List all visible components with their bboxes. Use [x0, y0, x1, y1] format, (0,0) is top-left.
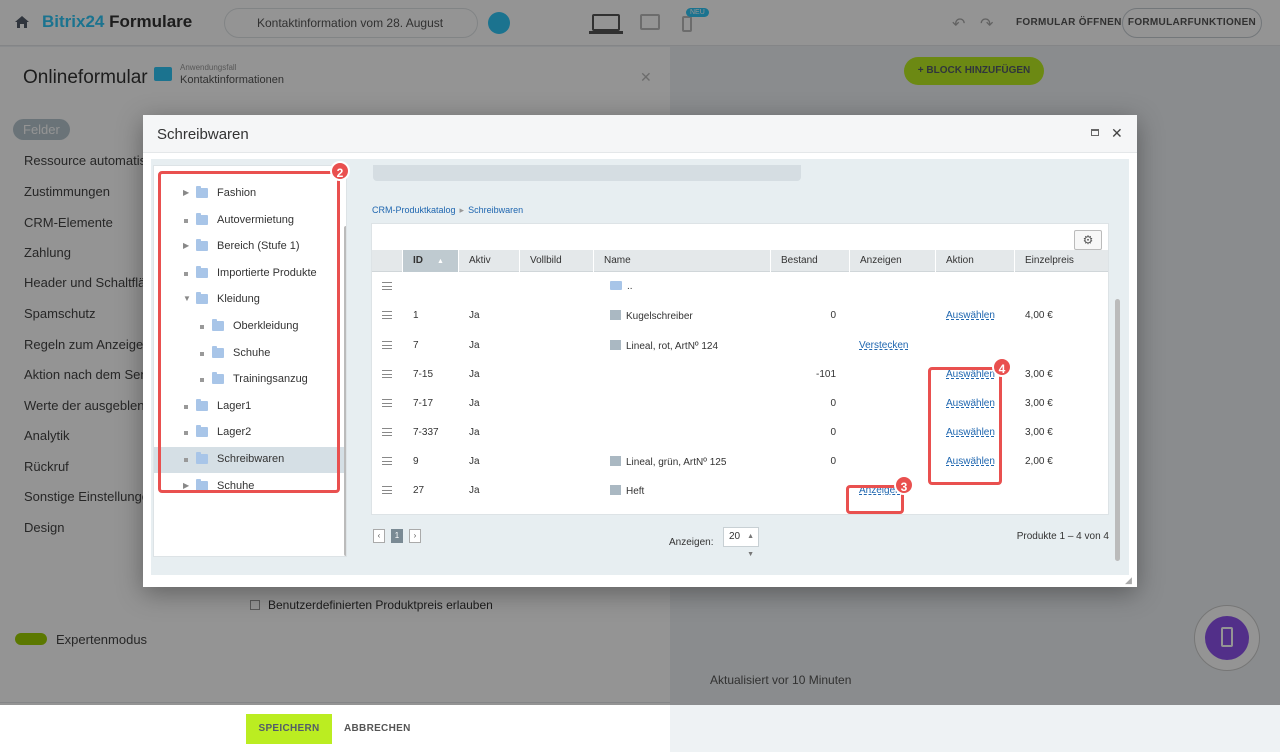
breadcrumb-catalog[interactable]: CRM-Produktkatalog [372, 205, 456, 215]
cell-name: Lineal, rot, ArtNº 124 [610, 340, 718, 352]
gear-icon[interactable]: ⚙ [1074, 230, 1102, 250]
column-fullimage[interactable]: Vollbild [519, 250, 593, 272]
highlight-tree [158, 171, 340, 493]
cell-active: Ja [469, 369, 480, 380]
highlight-select-links [928, 367, 1002, 485]
close-icon[interactable]: ✕ [1111, 125, 1123, 142]
annotation-badge-4: 4 [992, 357, 1012, 377]
save-button[interactable]: SPEICHERN [246, 714, 332, 744]
prev-page-icon[interactable]: ‹ [373, 529, 385, 543]
table-row[interactable]: 1 Ja Kugelschreiber 0 Auswählen 4,00 € [372, 302, 1108, 331]
cancel-button[interactable]: ABBRECHEN [344, 723, 411, 734]
cell-active: Ja [469, 310, 480, 321]
product-icon [610, 456, 621, 466]
grid-header: ID ▲ Aktiv Vollbild Name Bestand Anzeigen… [372, 250, 1108, 272]
cell-id: 7-337 [413, 427, 439, 438]
content-scrollbar[interactable] [1115, 299, 1120, 561]
column-spacer [372, 250, 402, 272]
drag-handle-icon[interactable] [382, 428, 392, 436]
column-action[interactable]: Aktion [935, 250, 1014, 272]
cell-price: 4,00 € [1025, 310, 1053, 321]
sort-asc-icon: ▲ [437, 258, 444, 265]
column-stock[interactable]: Bestand [770, 250, 849, 272]
bottom-action-bar: SPEICHERN ABBRECHEN [0, 702, 670, 752]
column-active[interactable]: Aktiv [458, 250, 519, 272]
drag-handle-icon[interactable] [382, 282, 392, 290]
drag-handle-icon[interactable] [382, 311, 392, 319]
drag-handle-icon[interactable] [382, 486, 392, 494]
cell-stock: 0 [830, 398, 836, 409]
maximize-icon[interactable] [1091, 129, 1099, 136]
cell-active: Ja [469, 340, 480, 351]
cell-stock: 0 [830, 310, 836, 321]
cell-price: 3,00 € [1025, 398, 1053, 409]
cell-active: Ja [469, 485, 480, 496]
column-name[interactable]: Name [593, 250, 770, 272]
annotation-badge-3: 3 [894, 475, 914, 495]
page-button-current[interactable]: 1 [391, 529, 403, 543]
folder-icon [610, 281, 622, 290]
next-page-icon[interactable]: › [409, 529, 421, 543]
cell-name: .. [610, 281, 633, 292]
toolbar-strip [373, 165, 801, 181]
cell-id: 7-17 [413, 398, 434, 409]
column-price[interactable]: Einzelpreis [1014, 250, 1108, 272]
cell-stock: 0 [830, 427, 836, 438]
cell-price: 2,00 € [1025, 456, 1053, 467]
product-count: Produkte 1 – 4 von 4 [1016, 531, 1109, 542]
column-show[interactable]: Anzeigen [849, 250, 935, 272]
product-list-area: CRM-Produktkatalog ▸ Schreibwaren ⚙ ID ▲ Ak… [357, 165, 1129, 569]
cell-name: Heft [610, 485, 644, 497]
cell-active: Ja [469, 427, 480, 438]
breadcrumb: CRM-Produktkatalog ▸ Schreibwaren [372, 205, 524, 215]
cell-id: 7-15 [413, 369, 434, 380]
cell-price: 3,00 € [1025, 369, 1053, 380]
product-variants-icon [610, 340, 621, 350]
page-size-select[interactable]: 20 ▲ ▼ [723, 527, 759, 558]
cell-active: Ja [469, 456, 480, 467]
column-id[interactable]: ID ▲ [402, 250, 458, 272]
drag-handle-icon[interactable] [382, 370, 392, 378]
table-row[interactable]: .. [372, 273, 1108, 302]
dialog-title: Schreibwaren [157, 126, 249, 143]
drag-handle-icon[interactable] [382, 341, 392, 349]
select-link[interactable]: Auswählen [946, 310, 995, 321]
cell-id: 1 [413, 310, 419, 321]
cell-id: 7 [413, 340, 419, 351]
product-picker-dialog: Schreibwaren ✕ ▶ Fashion Autovermietung ▶ Be… [143, 115, 1137, 587]
chevron-updown-icon: ▲ ▼ [747, 533, 754, 558]
drag-handle-icon[interactable] [382, 399, 392, 407]
drag-handle-icon[interactable] [382, 457, 392, 465]
cell-id: 9 [413, 456, 419, 467]
resize-handle-icon[interactable]: ◢ [1125, 575, 1132, 586]
cell-name: Kugelschreiber [610, 310, 693, 322]
cell-active: Ja [469, 398, 480, 409]
annotation-badge-2: 2 [330, 161, 350, 181]
cell-stock: -101 [815, 369, 836, 380]
show-hide-link[interactable]: Verstecken [859, 340, 908, 351]
product-variants-icon [610, 485, 621, 495]
cell-stock: 0 [830, 456, 836, 467]
cell-name: Lineal, grün, ArtNº 125 [610, 456, 726, 468]
dialog-header: Schreibwaren ✕ [143, 115, 1137, 153]
page-size-label: Anzeigen: [669, 537, 714, 548]
product-icon [610, 310, 621, 320]
cell-id: 27 [413, 485, 425, 496]
cell-price: 3,00 € [1025, 427, 1053, 438]
breadcrumb-current: Schreibwaren [468, 205, 524, 215]
tree-vertical-scrollbar[interactable] [344, 226, 346, 556]
